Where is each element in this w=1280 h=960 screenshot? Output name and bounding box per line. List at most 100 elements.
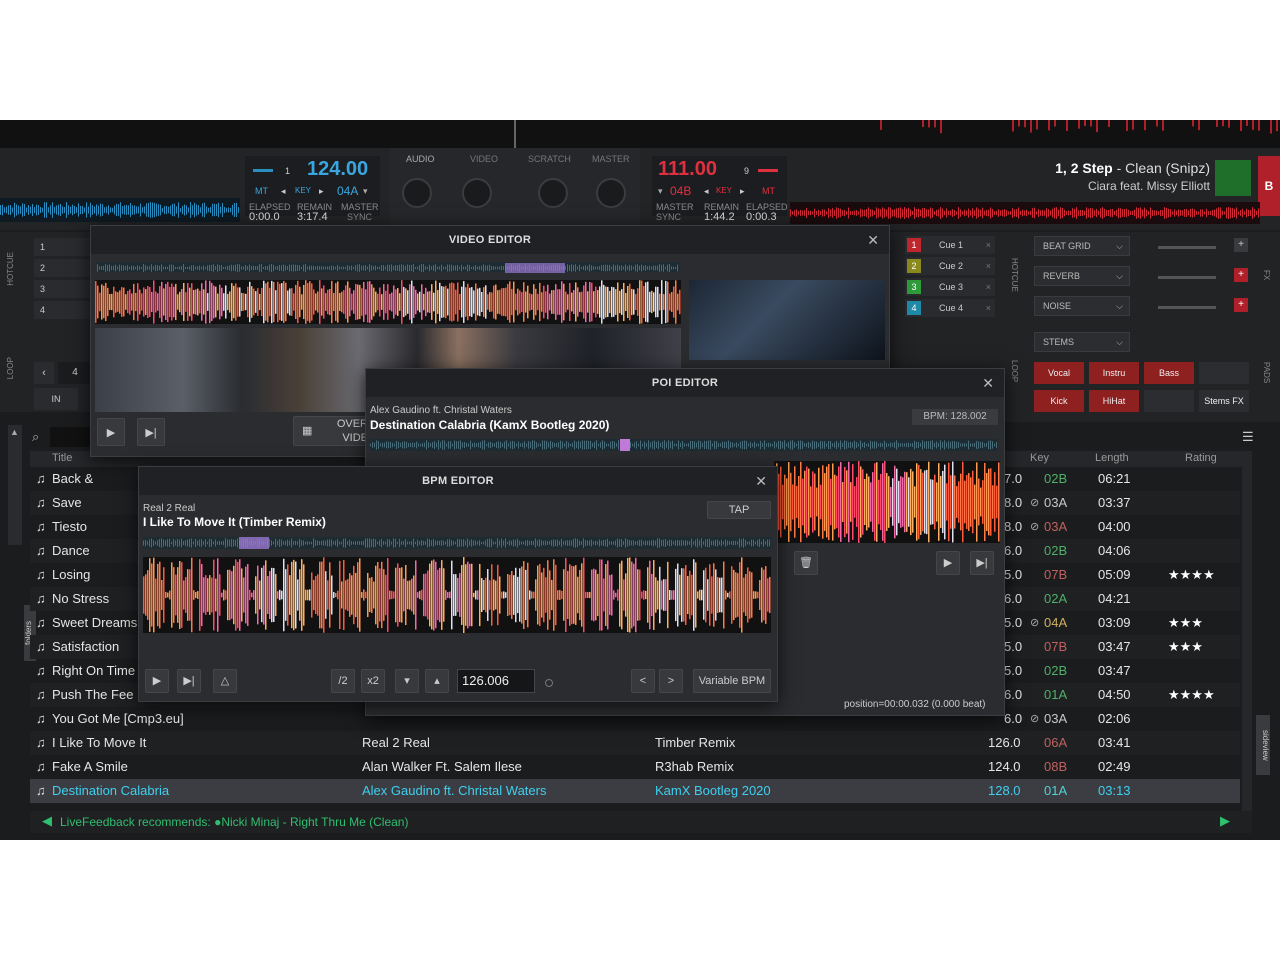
key-arrow-right-icon[interactable]: ▸ bbox=[319, 186, 324, 197]
video-overview-wave[interactable] bbox=[97, 262, 679, 273]
fx-slider-3[interactable] bbox=[1158, 306, 1216, 309]
hotcue-4[interactable]: 4 bbox=[34, 301, 90, 319]
play-button[interactable]: ▶ bbox=[97, 418, 125, 446]
play-button[interactable]: ▶ bbox=[145, 669, 169, 693]
column-key[interactable]: Key bbox=[1030, 452, 1049, 464]
pad-hihat[interactable]: HiHat bbox=[1089, 390, 1139, 412]
sync-icon-right[interactable]: ▬▬ bbox=[758, 164, 778, 175]
menu-icon[interactable]: ☰ bbox=[1242, 429, 1254, 445]
tab-scratch[interactable]: SCRATCH bbox=[528, 154, 571, 164]
livefeedback-text[interactable]: LiveFeedback recommends: ●Nicki Minaj - … bbox=[60, 815, 408, 829]
close-icon[interactable]: ✕ bbox=[982, 375, 994, 392]
cue-row[interactable]: 4 Cue 4 × bbox=[905, 299, 995, 317]
table-row[interactable]: ♫ Destination Calabria Alex Gaudino ft. … bbox=[30, 779, 1240, 803]
tab-video[interactable]: VIDEO bbox=[470, 154, 498, 164]
key-arrow-right-icon[interactable]: ▸ bbox=[740, 186, 745, 197]
loop-side-label-right[interactable]: LOOP bbox=[1010, 360, 1019, 382]
poi-waveform[interactable] bbox=[774, 461, 1000, 543]
pads-side-label[interactable]: PADS bbox=[1262, 362, 1271, 383]
tap-button[interactable]: TAP bbox=[707, 501, 771, 519]
pad-stems-fx[interactable]: Stems FX bbox=[1199, 390, 1249, 412]
search-input[interactable] bbox=[50, 427, 90, 447]
close-icon[interactable]: ✕ bbox=[755, 473, 767, 490]
close-icon[interactable]: ✕ bbox=[867, 232, 879, 249]
fx-side-label[interactable]: FX bbox=[1262, 270, 1271, 280]
close-icon[interactable]: × bbox=[986, 236, 991, 254]
bpm-value-input[interactable]: 126.006 bbox=[457, 669, 535, 693]
pad-vocal[interactable]: Vocal bbox=[1034, 362, 1084, 384]
key-arrow-left-icon[interactable]: ◂ bbox=[281, 186, 286, 197]
double-bpm-button[interactable]: x2 bbox=[361, 669, 385, 693]
video-waveform[interactable] bbox=[95, 280, 681, 324]
pad-instru[interactable]: Instru bbox=[1089, 362, 1139, 384]
right-key[interactable]: 04B bbox=[670, 184, 691, 198]
top-waveform[interactable] bbox=[0, 120, 1280, 148]
arrow-right-icon[interactable]: ▶ bbox=[1220, 813, 1230, 829]
loop-halve-button[interactable]: ‹ bbox=[34, 362, 54, 384]
chevron-down-icon[interactable]: ⌵ bbox=[1116, 267, 1123, 285]
fx-slider-2[interactable] bbox=[1158, 276, 1216, 279]
trash-icon[interactable]: 🗑 bbox=[794, 551, 818, 575]
fx-add-icon[interactable]: + bbox=[1234, 238, 1248, 252]
right-deck-waveform[interactable] bbox=[790, 202, 1260, 224]
fx-beat-grid[interactable]: BEAT GRID ⌵ bbox=[1034, 236, 1130, 256]
loop-side-label[interactable]: LOOP bbox=[6, 357, 15, 379]
bpm-waveform[interactable] bbox=[143, 557, 771, 633]
stems-dropdown[interactable]: STEMS ⌵ bbox=[1034, 332, 1130, 352]
bpm-up-icon[interactable]: ▴ bbox=[425, 669, 449, 693]
chevron-down-icon[interactable]: ▾ bbox=[658, 186, 663, 197]
close-icon[interactable]: × bbox=[986, 299, 991, 317]
left-key[interactable]: 04A bbox=[337, 184, 358, 198]
fx-slider-1[interactable] bbox=[1158, 246, 1216, 249]
arrow-left-icon[interactable]: ◀ bbox=[42, 813, 52, 829]
cue-row[interactable]: 2 Cue 2 × bbox=[905, 257, 995, 275]
chevron-down-icon[interactable]: ⌵ bbox=[1116, 333, 1123, 351]
column-rating[interactable]: Rating bbox=[1185, 452, 1217, 464]
hotcue-side-label-right[interactable]: HOTCUE bbox=[1010, 258, 1019, 292]
hotcue-1[interactable]: 1 bbox=[34, 238, 90, 256]
search-icon[interactable]: ⌕ bbox=[32, 429, 39, 445]
browser-scrollbar[interactable] bbox=[1242, 451, 1252, 811]
left-mt-label[interactable]: MT bbox=[255, 186, 268, 196]
half-bpm-button[interactable]: /2 bbox=[331, 669, 355, 693]
sync-icon[interactable]: ▬▬ bbox=[253, 164, 273, 175]
loop-size[interactable]: 4 bbox=[58, 362, 92, 384]
variable-bpm-button[interactable]: Variable BPM bbox=[693, 669, 771, 693]
next-button[interactable]: ▶| bbox=[970, 551, 994, 575]
next-button[interactable]: ▶| bbox=[137, 418, 165, 446]
key-arrow-left-icon[interactable]: ◂ bbox=[704, 186, 709, 197]
knob-left[interactable] bbox=[402, 178, 432, 208]
fx-noise[interactable]: NOISE ⌵ bbox=[1034, 296, 1130, 316]
pad-empty[interactable] bbox=[1144, 390, 1194, 412]
bpm-radio[interactable] bbox=[545, 679, 553, 687]
chevron-down-icon[interactable]: ▾ bbox=[363, 186, 368, 197]
chevron-down-icon[interactable]: ⌵ bbox=[1116, 297, 1123, 315]
next-button[interactable]: ▶| bbox=[177, 669, 201, 693]
table-row[interactable]: ♫ I Like To Move It Real 2 Real Timber R… bbox=[30, 731, 1240, 755]
fx-add-icon[interactable]: + bbox=[1234, 268, 1248, 282]
cue-row[interactable]: 1 Cue 1 × bbox=[905, 236, 995, 254]
sideview-tab[interactable]: sideview bbox=[1256, 715, 1270, 775]
column-title[interactable]: Title bbox=[52, 452, 72, 464]
hotcue-2[interactable]: 2 bbox=[34, 259, 90, 277]
left-deck-waveform[interactable] bbox=[0, 198, 240, 222]
gain-knob-right[interactable] bbox=[538, 178, 568, 208]
close-icon[interactable]: × bbox=[986, 278, 991, 296]
hotcue-3[interactable]: 3 bbox=[34, 280, 90, 298]
metronome-icon[interactable]: △ bbox=[213, 669, 237, 693]
hotcue-side-label[interactable]: HOTCUE bbox=[6, 252, 15, 286]
tab-audio[interactable]: AUDIO bbox=[406, 154, 435, 164]
close-icon[interactable]: × bbox=[986, 257, 991, 275]
poi-overview-wave[interactable] bbox=[370, 439, 998, 451]
bpm-overview-wave[interactable] bbox=[143, 537, 771, 549]
shift-left-button[interactable]: < bbox=[631, 669, 655, 693]
right-mt-label[interactable]: MT bbox=[762, 186, 775, 196]
tab-master[interactable]: MASTER bbox=[592, 154, 630, 164]
deck-b-indicator[interactable]: B bbox=[1258, 156, 1280, 216]
bpm-down-icon[interactable]: ▾ bbox=[395, 669, 419, 693]
pad-bass[interactable]: Bass bbox=[1144, 362, 1194, 384]
knob-right[interactable] bbox=[596, 178, 626, 208]
play-button[interactable]: ▶ bbox=[936, 551, 960, 575]
chevron-up-icon[interactable]: ▲ bbox=[10, 427, 19, 437]
column-length[interactable]: Length bbox=[1095, 452, 1129, 464]
